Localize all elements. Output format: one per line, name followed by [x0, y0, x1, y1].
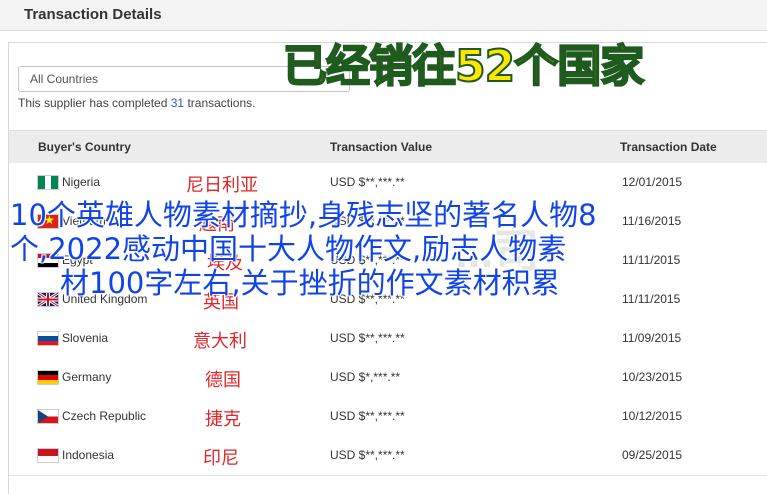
transaction-value: USD $**,***.** — [330, 175, 405, 189]
page-title: Transaction Details — [24, 6, 162, 23]
country-cn-label: 意大利 — [193, 331, 247, 352]
country-filter-value: All Countries — [30, 72, 99, 86]
transaction-value: USD $*,***.** — [330, 370, 401, 384]
transaction-summary: This supplier has completed 31 transacti… — [18, 96, 255, 110]
transaction-date: 10/23/2015 — [622, 370, 683, 384]
table-row: Indonesia 印尼 USD $**,***.** 09/25/2015 — [9, 436, 767, 476]
promo-banner: 已经销往52个国家 — [282, 40, 645, 93]
transaction-date: 11/09/2015 — [622, 331, 682, 345]
transaction-count: 31 — [170, 96, 185, 110]
country-cn-label: 捷克 — [205, 409, 241, 430]
summary-suffix: transactions. — [184, 96, 256, 110]
transaction-date: 10/12/2015 — [622, 409, 683, 423]
buyer-country: Indonesia — [62, 448, 115, 462]
transaction-value: USD $**,***.** — [330, 331, 405, 345]
overlay-caption: 10个英雄人物素材摘抄,身残志坚的著名人物8 个,2022感动中国十大人物作文,… — [10, 198, 750, 300]
buyer-country: Germany — [62, 370, 112, 384]
germany-flag-icon — [37, 370, 59, 385]
country-cn-label: 印尼 — [203, 448, 239, 469]
table-row: Nigeria 尼日利亚 USD $**,***.** 12/01/2015 — [9, 163, 767, 203]
slovenia-flag-icon — [37, 331, 59, 346]
table-row: Czech Republic 捷克 USD $**,***.** 10/12/2015 — [9, 397, 767, 437]
transaction-value: USD $**,***.** — [330, 409, 405, 423]
country-cn-label: 尼日利亚 — [186, 175, 258, 196]
overlay-line: 10个英雄人物素材摘抄,身残志坚的著名人物8 — [10, 198, 597, 232]
transaction-date: 12/01/2015 — [622, 175, 683, 189]
column-header-date: Transaction Date — [620, 140, 717, 154]
czech-flag-icon — [37, 409, 59, 424]
country-cn-label: 德国 — [205, 370, 241, 391]
overlay-line: 材100字左右,关于挫折的作文素材积累 — [60, 266, 560, 300]
indonesia-flag-icon — [37, 448, 59, 463]
table-header: Buyer's Country Transaction Value Transa… — [9, 130, 767, 164]
buyer-country: Nigeria — [62, 175, 101, 189]
transaction-details-header: Transaction Details — [0, 0, 767, 31]
table-row: Slovenia 意大利 USD $**,***.** 11/09/2015 — [9, 319, 767, 359]
summary-prefix: This supplier has completed — [18, 96, 171, 110]
buyer-country: Slovenia — [62, 331, 109, 345]
nigeria-flag-icon — [37, 175, 59, 190]
column-header-country: Buyer's Country — [38, 140, 131, 154]
buyer-country: Czech Republic — [62, 409, 147, 423]
column-header-value: Transaction Value — [330, 140, 433, 154]
transaction-date: 09/25/2015 — [622, 448, 683, 462]
overlay-line: 个,2022感动中国十大人物作文,励志人物素 — [10, 232, 567, 266]
transaction-value: USD $**,***.** — [330, 448, 405, 462]
table-row: Germany 德国 USD $*,***.** 10/23/2015 — [9, 358, 767, 398]
